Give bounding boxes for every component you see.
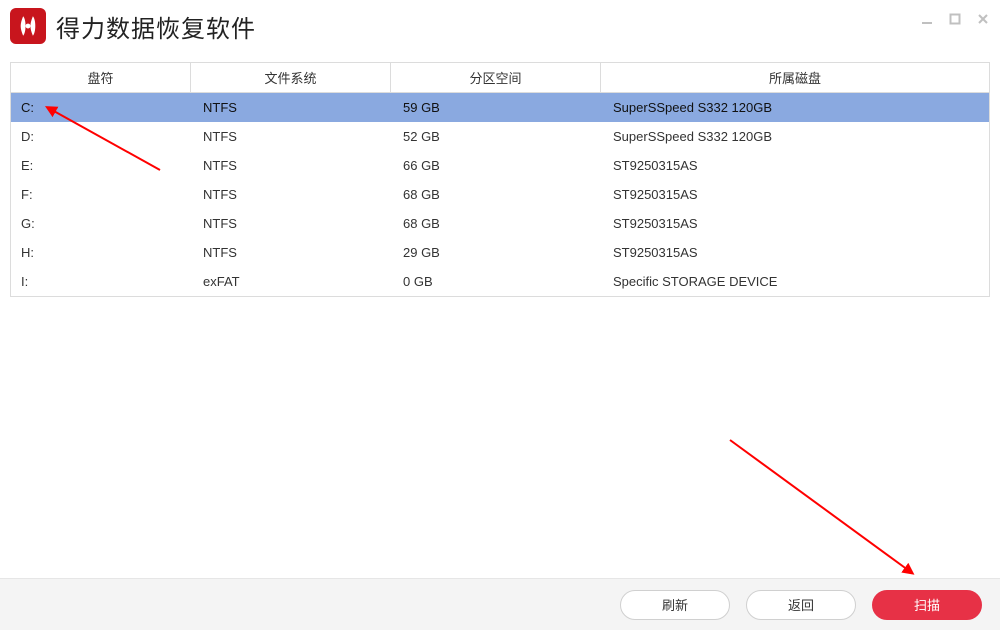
close-icon[interactable] [976,12,990,26]
cell-filesystem: NTFS [191,158,391,173]
table-row[interactable]: I:exFAT0 GBSpecific STORAGE DEVICE [11,267,989,296]
col-header-filesystem: 文件系统 [191,63,391,93]
cell-size: 52 GB [391,129,601,144]
cell-filesystem: NTFS [191,245,391,260]
table-row[interactable]: H:NTFS29 GBST9250315AS [11,238,989,267]
col-header-disk: 所属磁盘 [601,63,989,93]
table-header: 盘符 文件系统 分区空间 所属磁盘 [11,63,989,93]
cell-size: 68 GB [391,187,601,202]
cell-disk: ST9250315AS [601,245,989,260]
cell-drive: D: [11,129,191,144]
cell-drive: E: [11,158,191,173]
col-header-drive: 盘符 [11,63,191,93]
table-row[interactable]: E:NTFS66 GBST9250315AS [11,151,989,180]
cell-filesystem: NTFS [191,216,391,231]
table-body: C:NTFS59 GBSuperSSpeed S332 120GBD:NTFS5… [11,93,989,296]
cell-drive: C: [11,100,191,115]
cell-size: 66 GB [391,158,601,173]
cell-filesystem: NTFS [191,100,391,115]
cell-drive: F: [11,187,191,202]
cell-disk: ST9250315AS [601,216,989,231]
app-window: 得力数据恢复软件 盘符 文件系统 分区空间 所属磁盘 C:NTFS59 GBSu… [0,0,1000,630]
footer-bar: 刷新 返回 扫描 [0,578,1000,630]
cell-size: 59 GB [391,100,601,115]
cell-size: 68 GB [391,216,601,231]
table-row[interactable]: F:NTFS68 GBST9250315AS [11,180,989,209]
table-row[interactable]: C:NTFS59 GBSuperSSpeed S332 120GB [11,93,989,122]
drive-table: 盘符 文件系统 分区空间 所属磁盘 C:NTFS59 GBSuperSSpeed… [10,62,990,297]
cell-disk: ST9250315AS [601,187,989,202]
cell-disk: ST9250315AS [601,158,989,173]
cell-disk: Specific STORAGE DEVICE [601,274,989,289]
cell-filesystem: NTFS [191,129,391,144]
refresh-button[interactable]: 刷新 [620,590,730,620]
maximize-icon[interactable] [948,12,962,26]
cell-filesystem: NTFS [191,187,391,202]
back-button[interactable]: 返回 [746,590,856,620]
table-row[interactable]: D:NTFS52 GBSuperSSpeed S332 120GB [11,122,989,151]
cell-disk: SuperSSpeed S332 120GB [601,129,989,144]
cell-size: 29 GB [391,245,601,260]
table-row[interactable]: G:NTFS68 GBST9250315AS [11,209,989,238]
scan-button[interactable]: 扫描 [872,590,982,620]
col-header-size: 分区空间 [391,63,601,93]
app-logo-icon [10,8,46,44]
app-title: 得力数据恢复软件 [56,9,256,44]
cell-drive: H: [11,245,191,260]
cell-drive: I: [11,274,191,289]
titlebar: 得力数据恢复软件 [0,0,1000,52]
cell-disk: SuperSSpeed S332 120GB [601,100,989,115]
cell-filesystem: exFAT [191,274,391,289]
minimize-icon[interactable] [920,12,934,26]
cell-size: 0 GB [391,274,601,289]
window-controls [920,12,990,26]
cell-drive: G: [11,216,191,231]
